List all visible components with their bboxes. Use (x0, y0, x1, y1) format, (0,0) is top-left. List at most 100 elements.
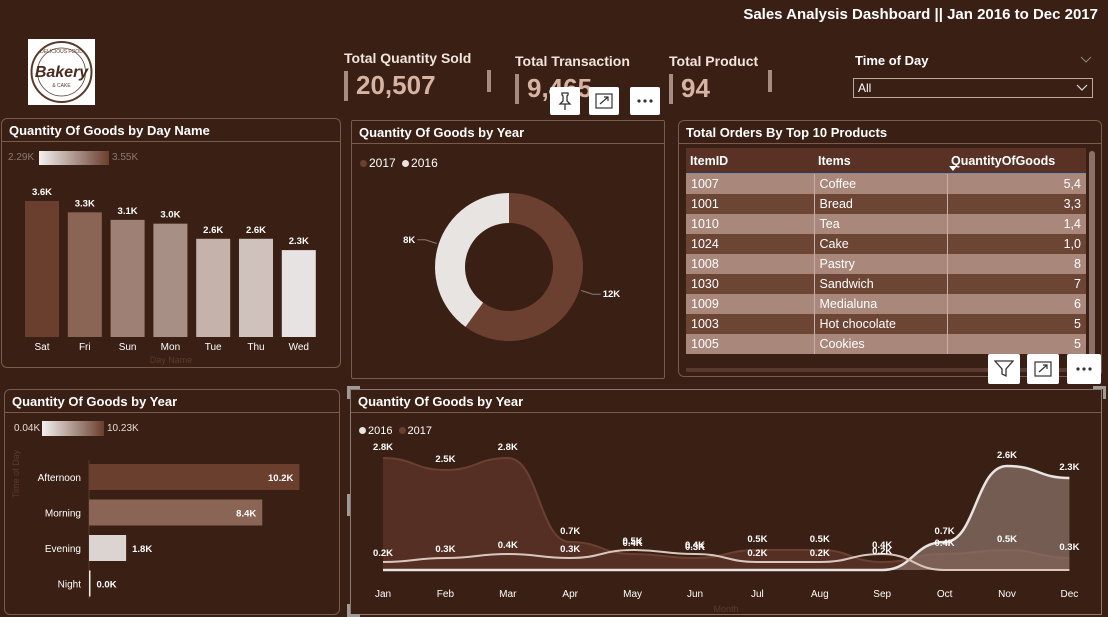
kpi-accent-bar (344, 70, 348, 101)
resize-handle[interactable] (347, 494, 350, 516)
panel-title: Total Orders By Top 10 Products (686, 125, 888, 140)
donut-slice[interactable] (435, 193, 509, 327)
more-options-button[interactable] (1067, 354, 1101, 384)
title-divider (352, 143, 664, 144)
data-label: 0.5K (997, 534, 1017, 545)
orders-table-panel[interactable]: Total Orders By Top 10 Products ItemID I… (678, 120, 1102, 377)
cell-item: Pastry (814, 254, 948, 274)
area-chart: 0.7K2.6K2.3K2.8K2.5K2.8K0.7K0.4K 0.3K0.5K… (373, 442, 1080, 614)
resize-handle[interactable] (347, 386, 360, 399)
x-tick-label: Mar (499, 589, 517, 600)
y-tick-label: Evening (45, 544, 81, 555)
day-bar[interactable] (196, 238, 231, 337)
axis-title: Day Name (150, 355, 193, 365)
cell-quantity: 5 (1074, 337, 1081, 351)
column-header-itemid[interactable]: ItemID (686, 148, 814, 174)
y-tick-label: Morning (45, 509, 81, 520)
table-row[interactable]: 1001 Bread 3,3 (686, 194, 1086, 214)
data-label: 2.3K (1059, 462, 1079, 473)
x-tick-label: Jul (751, 589, 764, 600)
slice-data-label: 8K (403, 235, 415, 246)
cell-itemid: 1001 (686, 194, 815, 214)
table-row[interactable]: 1008 Pastry 8 (686, 254, 1086, 274)
x-tick-label: Jun (687, 589, 703, 600)
x-tick-label: Apr (562, 589, 578, 600)
kpi-label: Total Transaction (515, 53, 630, 69)
data-label: 0.5K (747, 534, 767, 545)
x-tick-label: Jan (375, 589, 391, 600)
bar-data-label: 2.6K (203, 225, 223, 236)
bar-data-label: 3.0K (160, 210, 180, 221)
svg-text:Bakery: Bakery (35, 64, 89, 81)
cell-quantity: 5,4 (1063, 177, 1081, 191)
data-label: 2.6K (997, 450, 1017, 461)
day-bar[interactable] (67, 212, 102, 337)
data-label: 0.2K (373, 548, 393, 559)
table-row[interactable]: 1030 Sandwich 7 (686, 274, 1086, 294)
column-header-label: QuantityOfGoods (951, 153, 1056, 168)
cell-quantity: 7 (1074, 277, 1081, 291)
table-row[interactable]: 1005 Cookies 5 (686, 334, 1086, 354)
kpi-label: Total Quantity Sold (344, 50, 472, 66)
data-label: 0.4K (498, 540, 518, 551)
kpi-divider (487, 70, 491, 92)
cell-itemid: 1024 (686, 234, 815, 254)
donut-chart-panel[interactable]: Quantity Of Goods by Year 2017 2016 12K 8… (351, 120, 665, 379)
column-header-quantity[interactable]: QuantityOfGoods (947, 148, 1086, 174)
column-header-items[interactable]: Items (814, 148, 947, 174)
cell-item: Coffee (814, 173, 948, 194)
more-options-button[interactable] (630, 87, 660, 115)
day-bar[interactable] (239, 238, 273, 337)
kpi-accent-bar (669, 73, 673, 104)
day-bar[interactable] (110, 219, 145, 337)
table-horizontal-scrollbar[interactable] (686, 368, 1086, 372)
scrollbar-thumb[interactable] (1089, 151, 1095, 366)
x-tick-label: Sat (34, 342, 49, 353)
table-viewport[interactable]: ItemID Items QuantityOfGoods 1007 Coffee 5… (686, 148, 1086, 368)
cell-itemid: 1008 (686, 254, 815, 274)
cell-item: Tea (814, 214, 948, 234)
legend-marker (398, 427, 406, 434)
x-tick-label: Oct (937, 589, 953, 600)
data-label: 0.4K (935, 538, 955, 549)
table-row[interactable]: 1010 Tea 1,4 (686, 214, 1086, 234)
kpi-value: 20,507 (356, 70, 436, 100)
day-bar[interactable] (281, 250, 316, 337)
data-label: 0.2K (810, 548, 830, 559)
day-bar[interactable] (25, 201, 59, 337)
day-chart-panel[interactable]: Quantity Of Goods by Day Name 2.29K 3.55… (1, 118, 341, 368)
filter-button[interactable] (988, 354, 1020, 384)
pin-visual-button[interactable] (550, 87, 580, 115)
panel-title: Quantity Of Goods by Year (12, 394, 178, 409)
resize-handle[interactable] (1093, 386, 1106, 399)
focus-mode-button[interactable] (1027, 354, 1059, 384)
table-row[interactable]: 1003 Hot chocolate 5 (686, 314, 1086, 334)
data-label: 2.8K (498, 442, 518, 453)
time-of-day-dropdown[interactable]: All (853, 78, 1093, 98)
table-row[interactable]: 1024 Cake 1,0 (686, 234, 1086, 254)
cell-itemid: 1005 (686, 334, 815, 354)
title-divider (351, 412, 1101, 413)
chevron-down-icon (1076, 84, 1088, 91)
gradient-legend (42, 421, 104, 436)
legend-marker (359, 427, 366, 434)
cell-quantity: 3,3 (1063, 197, 1081, 211)
table-row[interactable]: 1007 Coffee 5,4 (686, 173, 1086, 194)
area-chart-panel[interactable]: Quantity Of Goods by Year 2016 2017 0.7K… (350, 389, 1102, 615)
time-of-day-chart-panel[interactable]: Quantity Of Goods by Year 0.04K 10.23K T… (4, 389, 340, 615)
legend-marker (360, 160, 367, 167)
x-tick-label: Aug (811, 589, 829, 600)
table-scrollbar[interactable] (1089, 151, 1095, 366)
time-of-day-bar[interactable] (89, 535, 127, 561)
resize-handle[interactable] (347, 604, 360, 617)
data-label: 0.5K (810, 534, 830, 545)
data-label: 0.2K (747, 548, 767, 559)
data-label: 0.4K (685, 540, 705, 551)
day-bar-chart: 3.6K Sat 3.3K Fri 3.1K Sun 3.0K Mon 2.6K Tue 2.6K T… (25, 187, 316, 365)
day-bar[interactable] (153, 223, 188, 337)
focus-mode-button[interactable] (589, 87, 619, 115)
time-of-day-bar[interactable] (89, 570, 91, 597)
table-row[interactable]: 1009 Medialuna 6 (686, 294, 1086, 314)
y-tick-label: Night (58, 580, 82, 591)
data-label: 0.3K (560, 544, 580, 555)
